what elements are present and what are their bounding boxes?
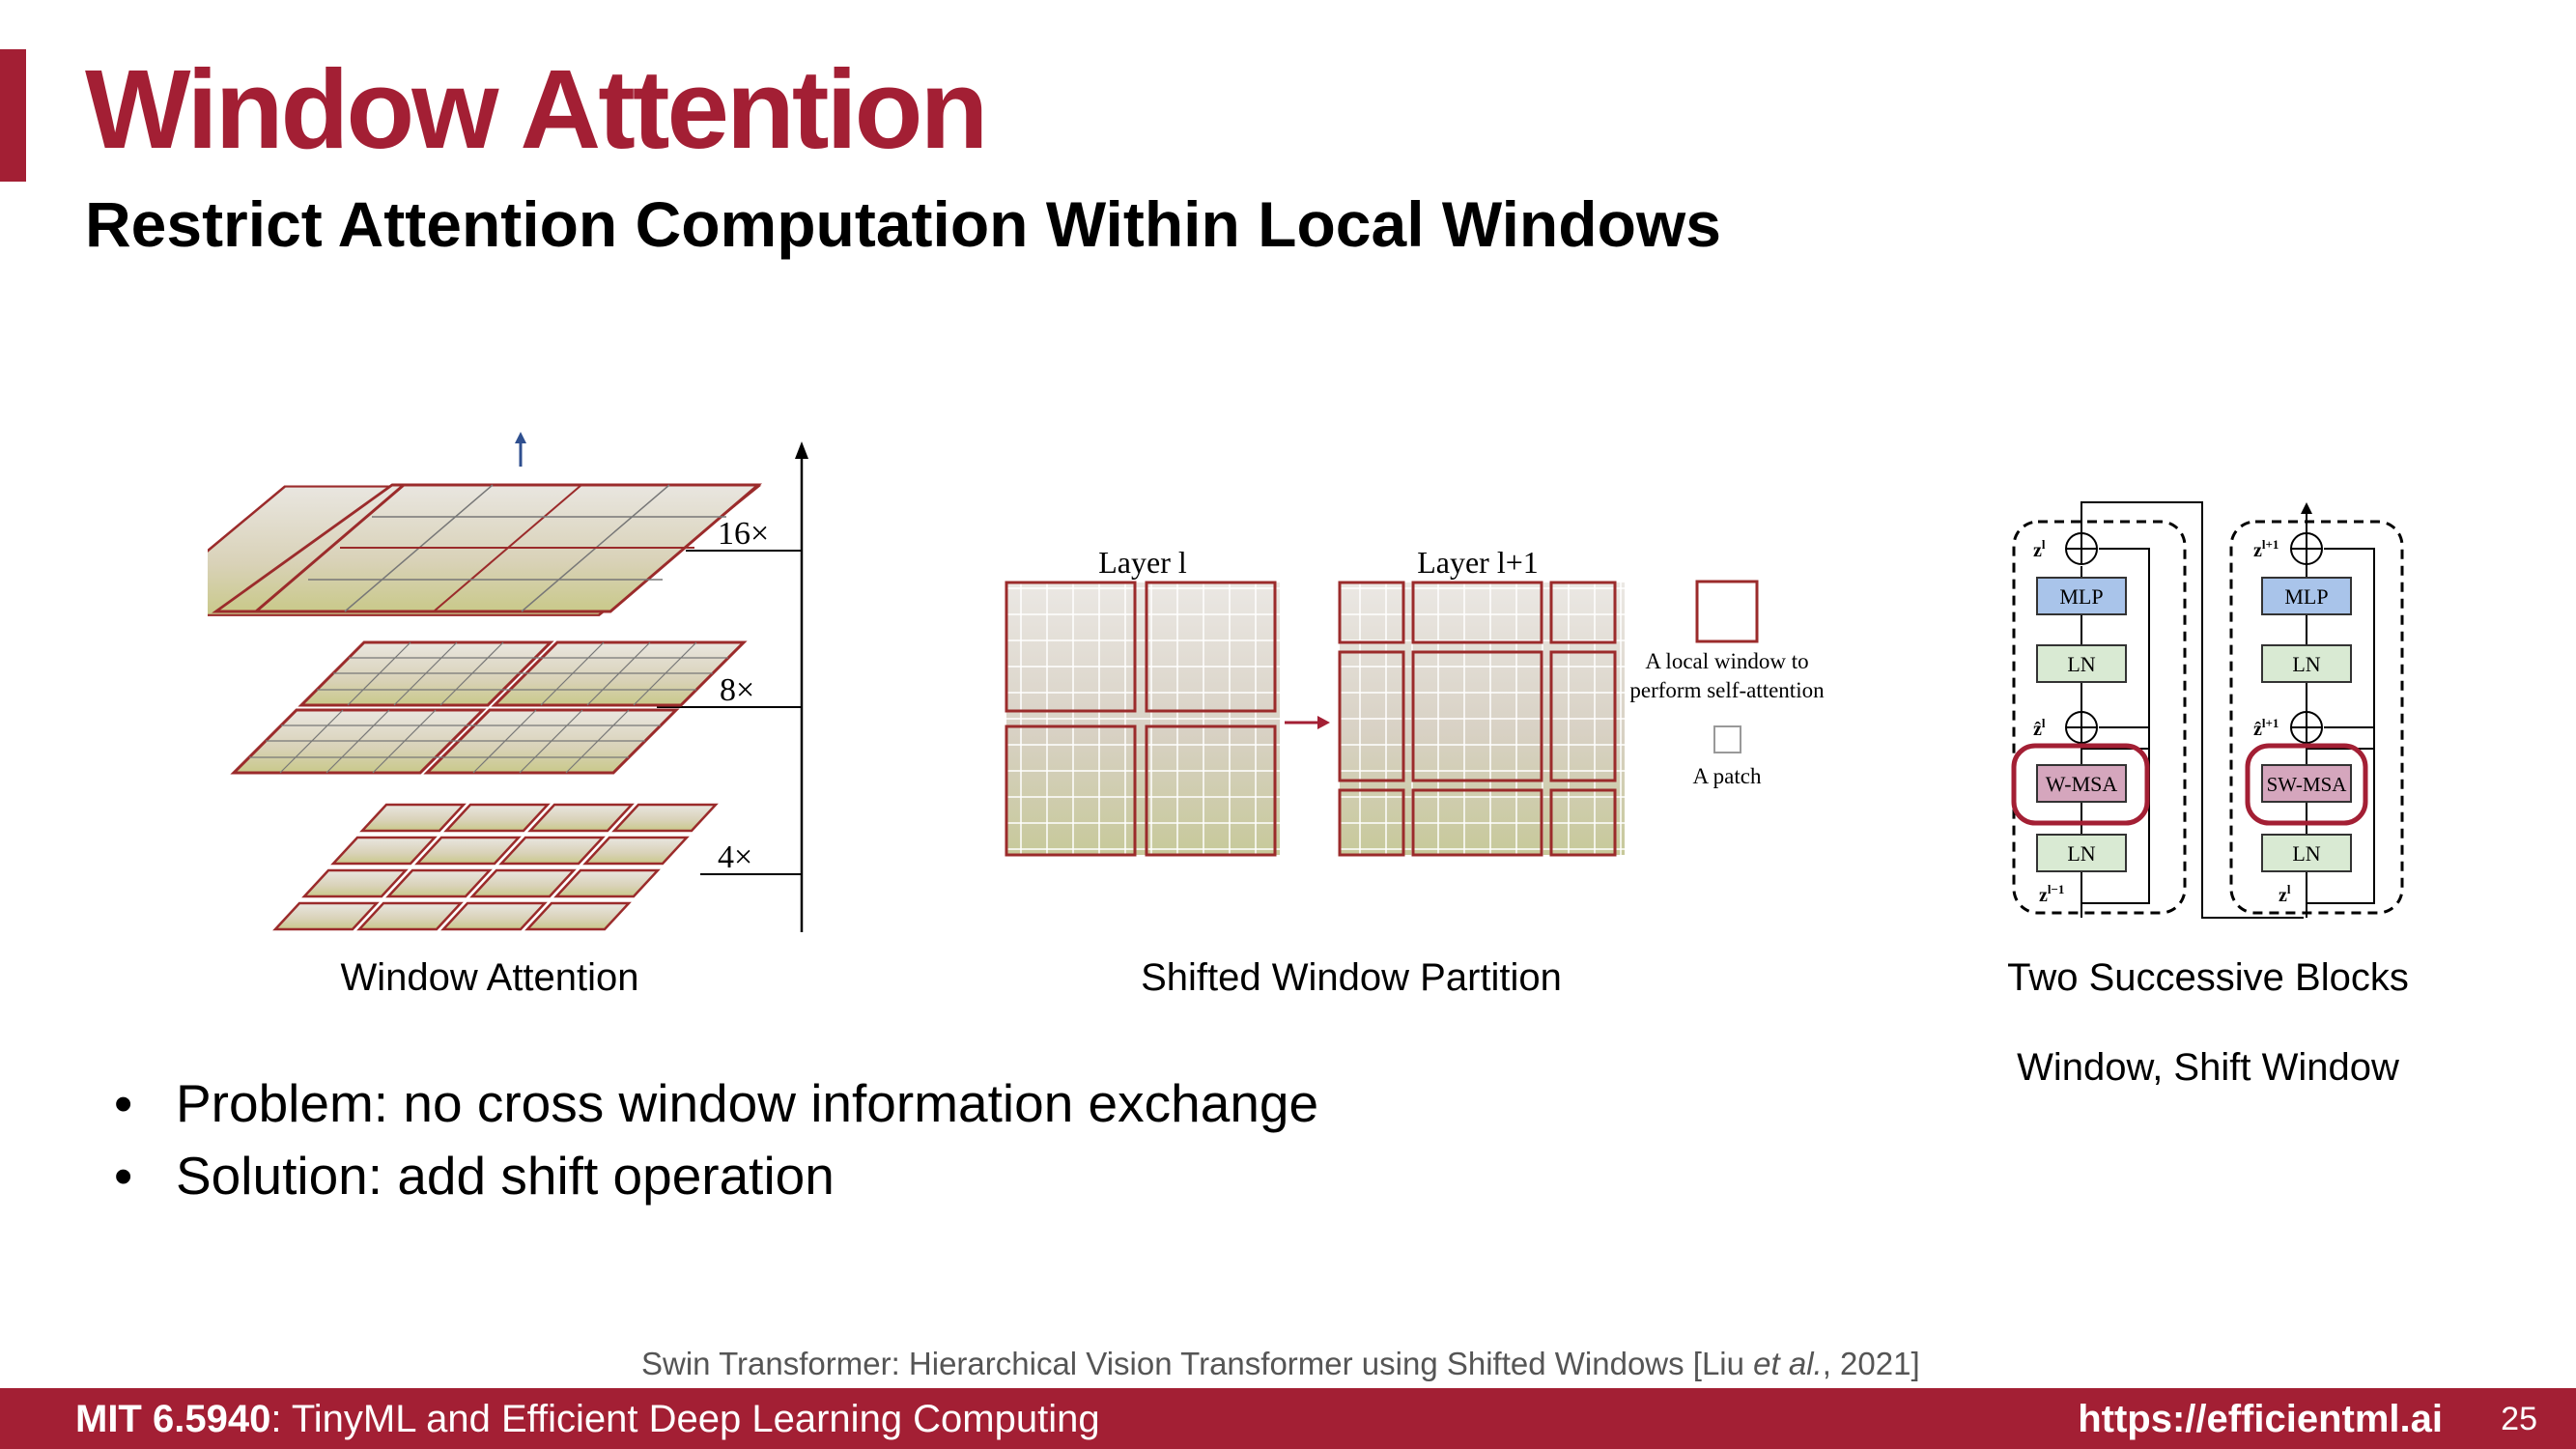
bullet-text: Problem: no cross window information exc… — [176, 1073, 1319, 1133]
legend-window-line2: perform self-attention — [1629, 678, 1825, 702]
scale-label-16x: 16× — [718, 516, 769, 552]
slide-title: Window Attention — [85, 46, 988, 172]
layer-l-grid — [1005, 581, 1280, 857]
block1-mlp-label: MLP — [2059, 584, 2103, 609]
shifted-window-figure: Layer l Layer l+1 A local window to perf… — [1005, 545, 1825, 865]
block1-ln-top-label: LN — [2067, 652, 2095, 676]
bullet-dot: • — [114, 1073, 133, 1133]
svg-text:ẑl: ẑl — [2033, 716, 2046, 740]
title-accent-bar — [0, 49, 26, 182]
block2-z-in-sup: l — [2287, 882, 2291, 896]
scale-label-8x: 8× — [720, 672, 754, 708]
layer-l1-label: Layer l+1 — [1417, 545, 1539, 580]
svg-text:zl+1: zl+1 — [2253, 537, 2279, 561]
successive-blocks-figure: MLP LN W-MSA LN zl ẑl zl−1 MLP LN SW-MSA… — [2011, 501, 2404, 919]
svg-text:zl: zl — [2279, 882, 2291, 906]
block2-z-out: z — [2253, 540, 2262, 561]
caption-blocks: Two Successive Blocks — [2007, 956, 2409, 999]
layer-l1-grid — [1338, 575, 1654, 865]
citation-etal: et al. — [1753, 1346, 1823, 1381]
citation-prefix: Swin Transformer: Hierarchical Vision Tr… — [641, 1346, 1754, 1381]
block2-z-mid: ẑ — [2253, 719, 2262, 740]
caption-shifted-window: Shifted Window Partition — [1141, 956, 1562, 999]
caption-window-attention: Window Attention — [340, 956, 639, 999]
bullet-item: • Solution: add shift operation — [106, 1140, 1318, 1212]
footer-course-name: : TinyML and Efficient Deep Learning Com… — [270, 1398, 1100, 1440]
block-2: MLP LN SW-MSA LN zl+1 ẑl+1 zl — [2245, 502, 2375, 918]
window-attention-figure: 16× 8× 4× — [208, 432, 808, 932]
block2-attn-label: SW-MSA — [2267, 773, 2348, 796]
block2-z-mid-sup: l+1 — [2262, 716, 2279, 730]
block2-z-in: z — [2279, 885, 2287, 906]
legend-window-swatch — [1695, 580, 1759, 643]
block1-z-out-sup: l — [2042, 537, 2046, 552]
footer-course-code: MIT 6.5940 — [75, 1398, 271, 1440]
bullet-list: • Problem: no cross window information ex… — [106, 1067, 1318, 1212]
bullet-text: Solution: add shift operation — [176, 1146, 835, 1206]
svg-text:ẑl+1: ẑl+1 — [2253, 716, 2279, 740]
legend-window-line1: A local window to — [1645, 649, 1808, 673]
block1-z-in: z — [2039, 885, 2048, 906]
block1-z-mid: ẑ — [2033, 719, 2042, 740]
block1-ln-bottom-label: LN — [2067, 841, 2095, 866]
footer-bar: MIT 6.5940: TinyML and Efficient Deep Le… — [0, 1388, 2576, 1449]
page-number: 25 — [2501, 1401, 2537, 1437]
footer-course: MIT 6.5940: TinyML and Efficient Deep Le… — [75, 1398, 1100, 1441]
block1-z-mid-sup: l — [2042, 716, 2046, 730]
legend-patch-label: A patch — [1693, 764, 1762, 788]
block1-z-in-sup: l−1 — [2048, 882, 2065, 896]
layer-l-label: Layer l — [1098, 545, 1187, 580]
block2-mlp-label: MLP — [2284, 584, 2328, 609]
bullet-item: • Problem: no cross window information ex… — [106, 1067, 1318, 1140]
legend-patch-swatch — [1713, 725, 1741, 753]
footer-url-link[interactable]: https://efficientml.ai — [2078, 1398, 2443, 1441]
scale-label-4x: 4× — [718, 839, 752, 875]
svg-text:zl: zl — [2033, 537, 2046, 561]
bullet-dot: • — [114, 1146, 133, 1206]
citation: Swin Transformer: Hierarchical Vision Tr… — [641, 1346, 1920, 1382]
block-1: MLP LN W-MSA LN zl ẑl zl−1 — [2011, 532, 2150, 918]
block2-ln-bottom-label: LN — [2292, 841, 2320, 866]
citation-suffix: , 2021] — [1822, 1346, 1920, 1381]
block2-z-out-sup: l+1 — [2262, 537, 2279, 552]
block1-attn-label: W-MSA — [2046, 772, 2118, 796]
block2-ln-top-label: LN — [2292, 652, 2320, 676]
svg-text:zl−1: zl−1 — [2039, 882, 2064, 906]
layer-4x-grid — [272, 803, 719, 931]
caption-blocks-sub: Window, Shift Window — [2017, 1046, 2399, 1089]
block1-z-out: z — [2033, 540, 2042, 561]
slide-subtitle: Restrict Attention Computation Within Lo… — [85, 188, 1721, 260]
